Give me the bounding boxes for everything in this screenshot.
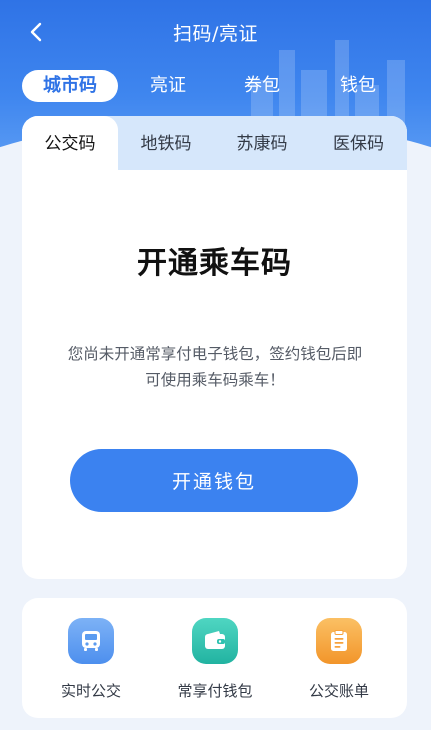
page-title: 扫码/亮证 xyxy=(173,22,258,45)
open-wallet-button[interactable]: 开通钱包 xyxy=(70,449,358,512)
tab-bus-code[interactable]: 公交码 xyxy=(22,116,118,170)
code-tab-bar: 公交码 地铁码 苏康码 医保码 xyxy=(22,116,407,170)
bill-icon xyxy=(316,618,362,664)
tab-metro-code[interactable]: 地铁码 xyxy=(118,116,214,170)
tab-sukang-code[interactable]: 苏康码 xyxy=(214,116,310,170)
service-label: 公交账单 xyxy=(308,682,369,700)
tab-city-code[interactable]: 城市码 xyxy=(22,70,118,102)
card-title: 开通乘车码 xyxy=(137,246,292,281)
service-realtime-bus[interactable]: 实时公交 xyxy=(36,618,146,701)
top-tab-bar: 城市码 亮证 券包 钱包 xyxy=(0,70,431,104)
tab-coupons[interactable]: 券包 xyxy=(234,70,290,102)
nav-bar: 扫码/亮证 xyxy=(0,10,431,54)
service-wallet[interactable]: 常享付钱包 xyxy=(160,618,270,701)
service-bus-bill[interactable]: 公交账单 xyxy=(284,618,394,701)
chevron-left-icon xyxy=(30,22,42,42)
bus-icon xyxy=(68,618,114,664)
ride-code-card: 公交码 地铁码 苏康码 医保码 开通乘车码 您尚未开通常享付电子钱包，签约钱包后… xyxy=(22,116,407,579)
tab-show-id[interactable]: 亮证 xyxy=(140,70,196,102)
service-label: 实时公交 xyxy=(60,682,121,700)
service-panel: 实时公交 常享付钱包 公交账单 xyxy=(22,598,407,718)
tab-wallet[interactable]: 钱包 xyxy=(330,70,386,102)
tab-medical-code[interactable]: 医保码 xyxy=(310,116,407,170)
wallet-icon xyxy=(192,618,238,664)
back-button[interactable] xyxy=(24,20,48,44)
service-label: 常享付钱包 xyxy=(177,682,253,700)
card-description: 您尚未开通常享付电子钱包，签约钱包后即可使用乘车码乘车！ xyxy=(67,345,363,389)
